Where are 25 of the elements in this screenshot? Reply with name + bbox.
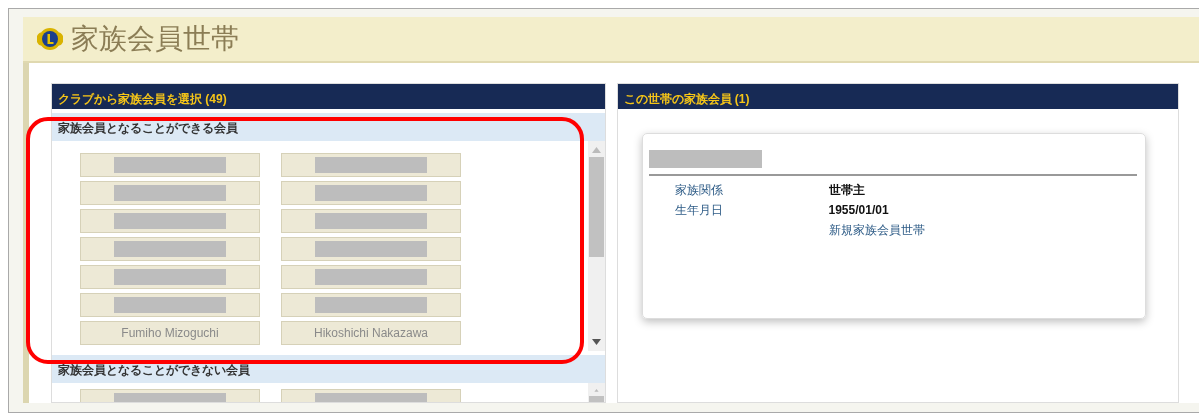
field-value: 1955/01/01: [828, 202, 889, 219]
scroll-down-icon[interactable]: [591, 339, 601, 345]
scrollbar[interactable]: [587, 141, 605, 351]
household-link[interactable]: 新規家族会員世帯: [828, 220, 925, 240]
member-button[interactable]: [281, 153, 461, 177]
field-value: 世帯主: [828, 182, 865, 199]
panel-header: クラブから家族会員を選択 (49): [52, 84, 605, 109]
scroll-up-icon[interactable]: [591, 147, 601, 153]
member-button[interactable]: Fumiho Mizoguchi: [80, 321, 260, 345]
panel-header: この世帯の家族会員 (1): [617, 84, 1178, 109]
member-button[interactable]: Hikoshichi Nakazawa: [281, 321, 461, 345]
member-button[interactable]: [80, 265, 260, 289]
field-label: 生年月日: [673, 202, 724, 219]
member-button[interactable]: [281, 265, 461, 289]
member-button[interactable]: [80, 237, 260, 261]
member-button[interactable]: [281, 293, 461, 317]
page-title: 家族会員世帯: [71, 22, 239, 56]
member-button[interactable]: [80, 209, 260, 233]
member-button[interactable]: [80, 293, 260, 317]
member-button[interactable]: [281, 209, 461, 233]
member-button[interactable]: [281, 181, 461, 205]
member-button[interactable]: [80, 181, 260, 205]
field-label: 家族関係: [673, 182, 724, 199]
member-button[interactable]: [281, 237, 461, 261]
member-button[interactable]: [80, 153, 260, 177]
